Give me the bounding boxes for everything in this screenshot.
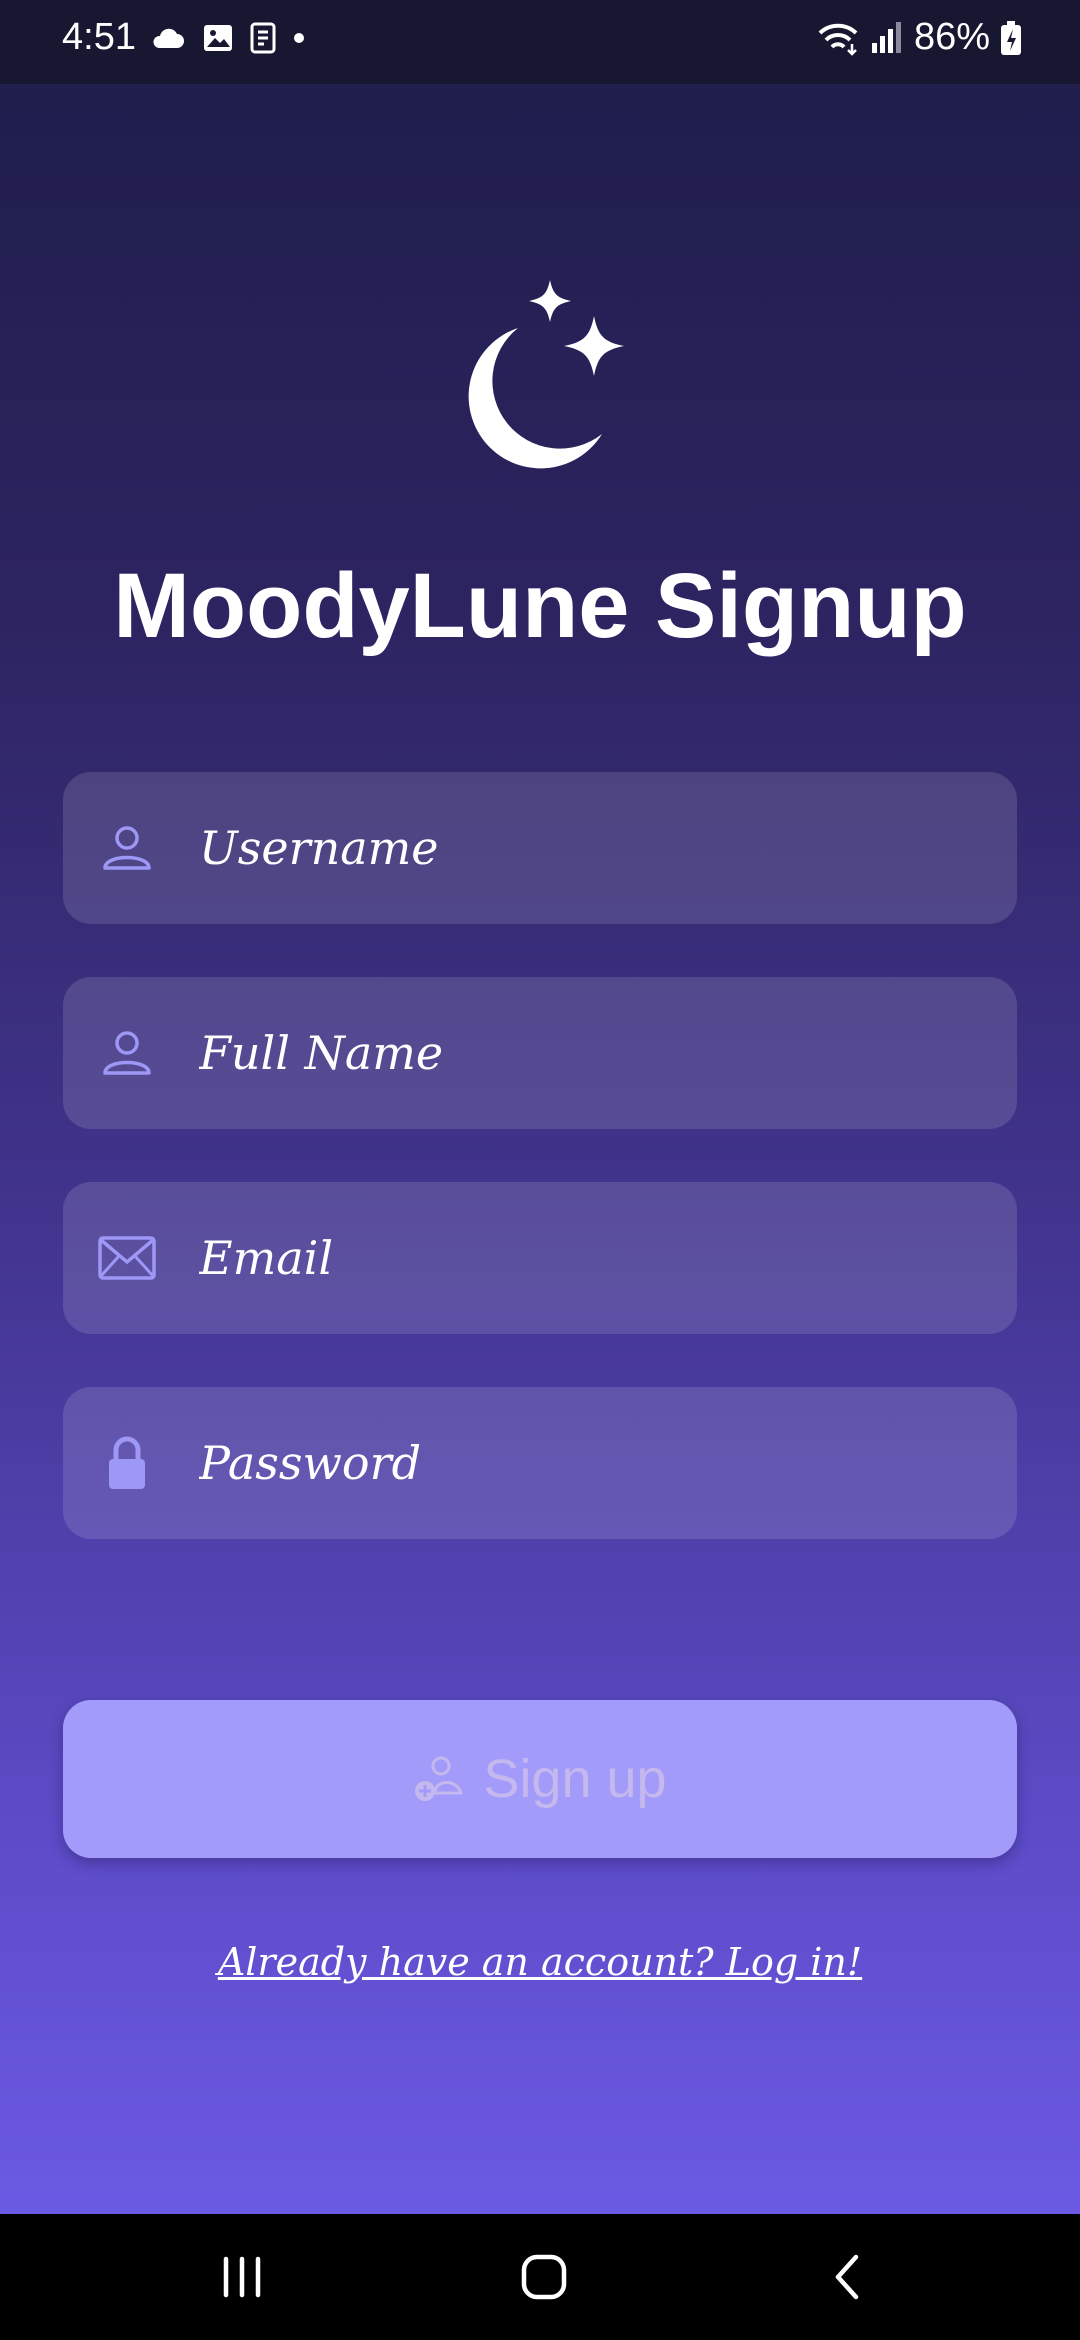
battery-percent: 86% bbox=[913, 16, 990, 58]
image-icon bbox=[204, 25, 232, 51]
email-field[interactable] bbox=[63, 1182, 1017, 1334]
signup-button[interactable]: Sign up bbox=[63, 1700, 1017, 1858]
page-title: MoodyLune Signup bbox=[113, 555, 967, 657]
signup-screen: MoodyLune Signup Username Full Name Emai… bbox=[0, 84, 1080, 2214]
password-input[interactable] bbox=[199, 1387, 989, 1539]
wifi-icon bbox=[818, 23, 858, 56]
user-icon bbox=[103, 1031, 151, 1075]
signal-icon bbox=[871, 21, 901, 53]
dot-icon bbox=[294, 33, 304, 43]
screenshot-icon bbox=[250, 22, 276, 54]
recents-icon[interactable] bbox=[212, 2247, 272, 2307]
home-icon[interactable] bbox=[514, 2247, 574, 2307]
full-name-input[interactable] bbox=[199, 977, 989, 1129]
email-input[interactable] bbox=[199, 1182, 989, 1334]
navigation-bar bbox=[0, 2214, 1080, 2340]
signup-label: Sign up bbox=[483, 1749, 667, 1809]
moon-stars-icon bbox=[468, 280, 624, 469]
password-field[interactable] bbox=[63, 1387, 1017, 1539]
status-bar: 4:51 86% bbox=[0, 0, 1080, 84]
status-left-icons bbox=[150, 22, 306, 54]
lock-icon bbox=[109, 1436, 145, 1489]
mail-icon bbox=[98, 1236, 156, 1280]
status-right: 86% bbox=[816, 16, 1022, 59]
add-user-icon bbox=[415, 1756, 463, 1801]
username-input[interactable] bbox=[199, 772, 989, 924]
login-link[interactable]: Already have an account? Log in! bbox=[0, 1940, 1080, 1984]
status-time: 4:51 bbox=[62, 16, 136, 58]
full-name-field[interactable] bbox=[63, 977, 1017, 1129]
user-icon bbox=[103, 826, 151, 870]
back-icon[interactable] bbox=[818, 2247, 878, 2307]
cloud-icon bbox=[153, 28, 184, 48]
username-field[interactable] bbox=[63, 772, 1017, 924]
battery-charging-icon bbox=[1001, 20, 1021, 55]
